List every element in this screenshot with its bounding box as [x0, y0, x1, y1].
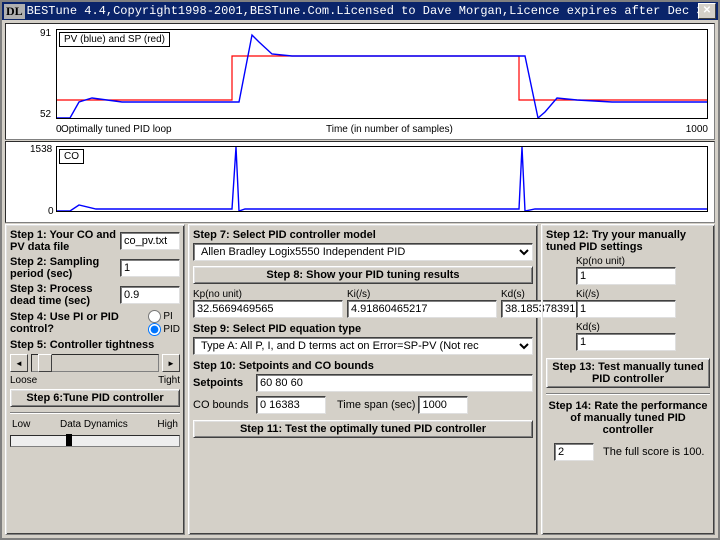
gauge-mark: [66, 434, 72, 446]
step6-button[interactable]: Step 6:Tune PID controller: [10, 389, 180, 407]
pv-sp-plot-inner: PV (blue) and SP (red): [56, 29, 708, 119]
score-note: The full score is 100.: [603, 446, 705, 458]
radio-pi[interactable]: PI: [148, 310, 180, 323]
step9-label: Step 9: Select PID equation type: [193, 323, 533, 335]
m-kd-input[interactable]: [576, 333, 676, 351]
timespan-input[interactable]: [418, 396, 468, 414]
dynamics-gauge: [10, 435, 180, 447]
gauge-mid: Data Dynamics: [60, 419, 128, 430]
step3-input[interactable]: [120, 286, 180, 304]
close-button[interactable]: ✕: [698, 3, 716, 19]
co-chart: 1538 0 CO: [5, 141, 715, 223]
kp-label: Kp(no unit): [193, 289, 343, 300]
ki-label: Ki(/s): [347, 289, 497, 300]
slider-low-label: Loose: [10, 375, 37, 386]
slider-high-label: Tight: [158, 375, 180, 386]
step4-label: Step 4: Use PI or PID control?: [10, 311, 145, 335]
step9-select[interactable]: Type A: All P, I, and D terms act on Err…: [193, 337, 533, 355]
step1-label: Step 1: Your CO and PV data file: [10, 229, 117, 253]
slider-track[interactable]: [31, 354, 159, 372]
app-window: DL BESTune 4.4,Copyright1998-2001,BESTun…: [0, 0, 720, 540]
cobounds-label: CO bounds: [193, 399, 253, 411]
m-kp-input[interactable]: [576, 267, 676, 285]
slider-thumb[interactable]: [38, 354, 52, 372]
chart-legend-top: PV (blue) and SP (red): [59, 32, 170, 47]
x-axis-max: 1000: [686, 124, 708, 135]
mid-panel: Step 7: Select PID controller model Alle…: [188, 224, 538, 535]
left-panel: Step 1: Your CO and PV data file Step 2:…: [5, 224, 185, 535]
step7-label: Step 7: Select PID controller model: [193, 229, 533, 241]
step13-button[interactable]: Step 13: Test manually tuned PID control…: [546, 358, 710, 388]
step7-select[interactable]: Allen Bradley Logix5550 Independent PID: [193, 243, 533, 261]
m-ki-label: Ki(/s): [576, 289, 710, 300]
setpoints-input[interactable]: [256, 374, 533, 392]
step1-input[interactable]: [120, 232, 180, 250]
y-axis-bot-max: 1538: [30, 144, 52, 155]
co-plot-inner: CO: [56, 146, 708, 212]
timespan-label: Time span (sec): [337, 399, 415, 411]
chart-caption-mid: Time (in number of samples): [326, 124, 453, 135]
slider-right-button[interactable]: ►: [162, 354, 180, 372]
close-icon: ✕: [703, 6, 711, 16]
y-axis-top-max: 91: [40, 28, 51, 39]
m-ki-input[interactable]: [576, 300, 676, 318]
divider: [10, 412, 180, 414]
step10-label: Step 10: Setpoints and CO bounds: [193, 360, 533, 372]
step5-label: Step 5: Controller tightness: [10, 339, 180, 351]
step8-button[interactable]: Step 8: Show your PID tuning results: [193, 266, 533, 284]
chart-caption-left: Optimally tuned PID loop: [61, 124, 172, 135]
chart-svg-bot: [57, 147, 707, 211]
slider-left-button[interactable]: ◄: [10, 354, 28, 372]
radio-pid[interactable]: PID: [148, 323, 180, 336]
ki-output[interactable]: [347, 300, 497, 318]
panels-row: Step 1: Your CO and PV data file Step 2:…: [5, 224, 715, 535]
kp-output[interactable]: [193, 300, 343, 318]
score-input[interactable]: [554, 443, 594, 461]
chart-legend-bot: CO: [59, 149, 84, 164]
pv-sp-chart: 91 52 PV (blue) and SP (red) 0 Optimally…: [5, 23, 715, 140]
step5-slider[interactable]: ◄ ►: [10, 354, 180, 372]
m-kd-label: Kd(s): [576, 322, 710, 333]
divider-right: [546, 393, 710, 395]
window-title: BESTune 4.4,Copyright1998-2001,BESTune.C…: [27, 4, 698, 18]
y-axis-top-min: 52: [40, 109, 51, 120]
y-axis-bot-min: 0: [48, 206, 54, 217]
m-kp-label: Kp(no unit): [576, 256, 710, 267]
step2-label: Step 2: Sampling period (sec): [10, 256, 117, 280]
app-logo: DL: [4, 4, 25, 19]
step2-input[interactable]: [120, 259, 180, 277]
step14-label: Step 14: Rate the performance of manuall…: [546, 400, 710, 436]
setpoints-label: Setpoints: [193, 377, 253, 389]
content-area: 91 52 PV (blue) and SP (red) 0 Optimally…: [2, 20, 718, 538]
step11-button[interactable]: Step 11: Test the optimally tuned PID co…: [193, 420, 533, 438]
right-panel: Step 12: Try your manually tuned PID set…: [541, 224, 715, 535]
step12-label: Step 12: Try your manually tuned PID set…: [546, 229, 710, 253]
gauge-low: Low: [12, 419, 30, 430]
titlebar: DL BESTune 4.4,Copyright1998-2001,BESTun…: [2, 2, 718, 20]
cobounds-input[interactable]: [256, 396, 326, 414]
step3-label: Step 3: Process dead time (sec): [10, 283, 117, 307]
gauge-high: High: [157, 419, 178, 430]
